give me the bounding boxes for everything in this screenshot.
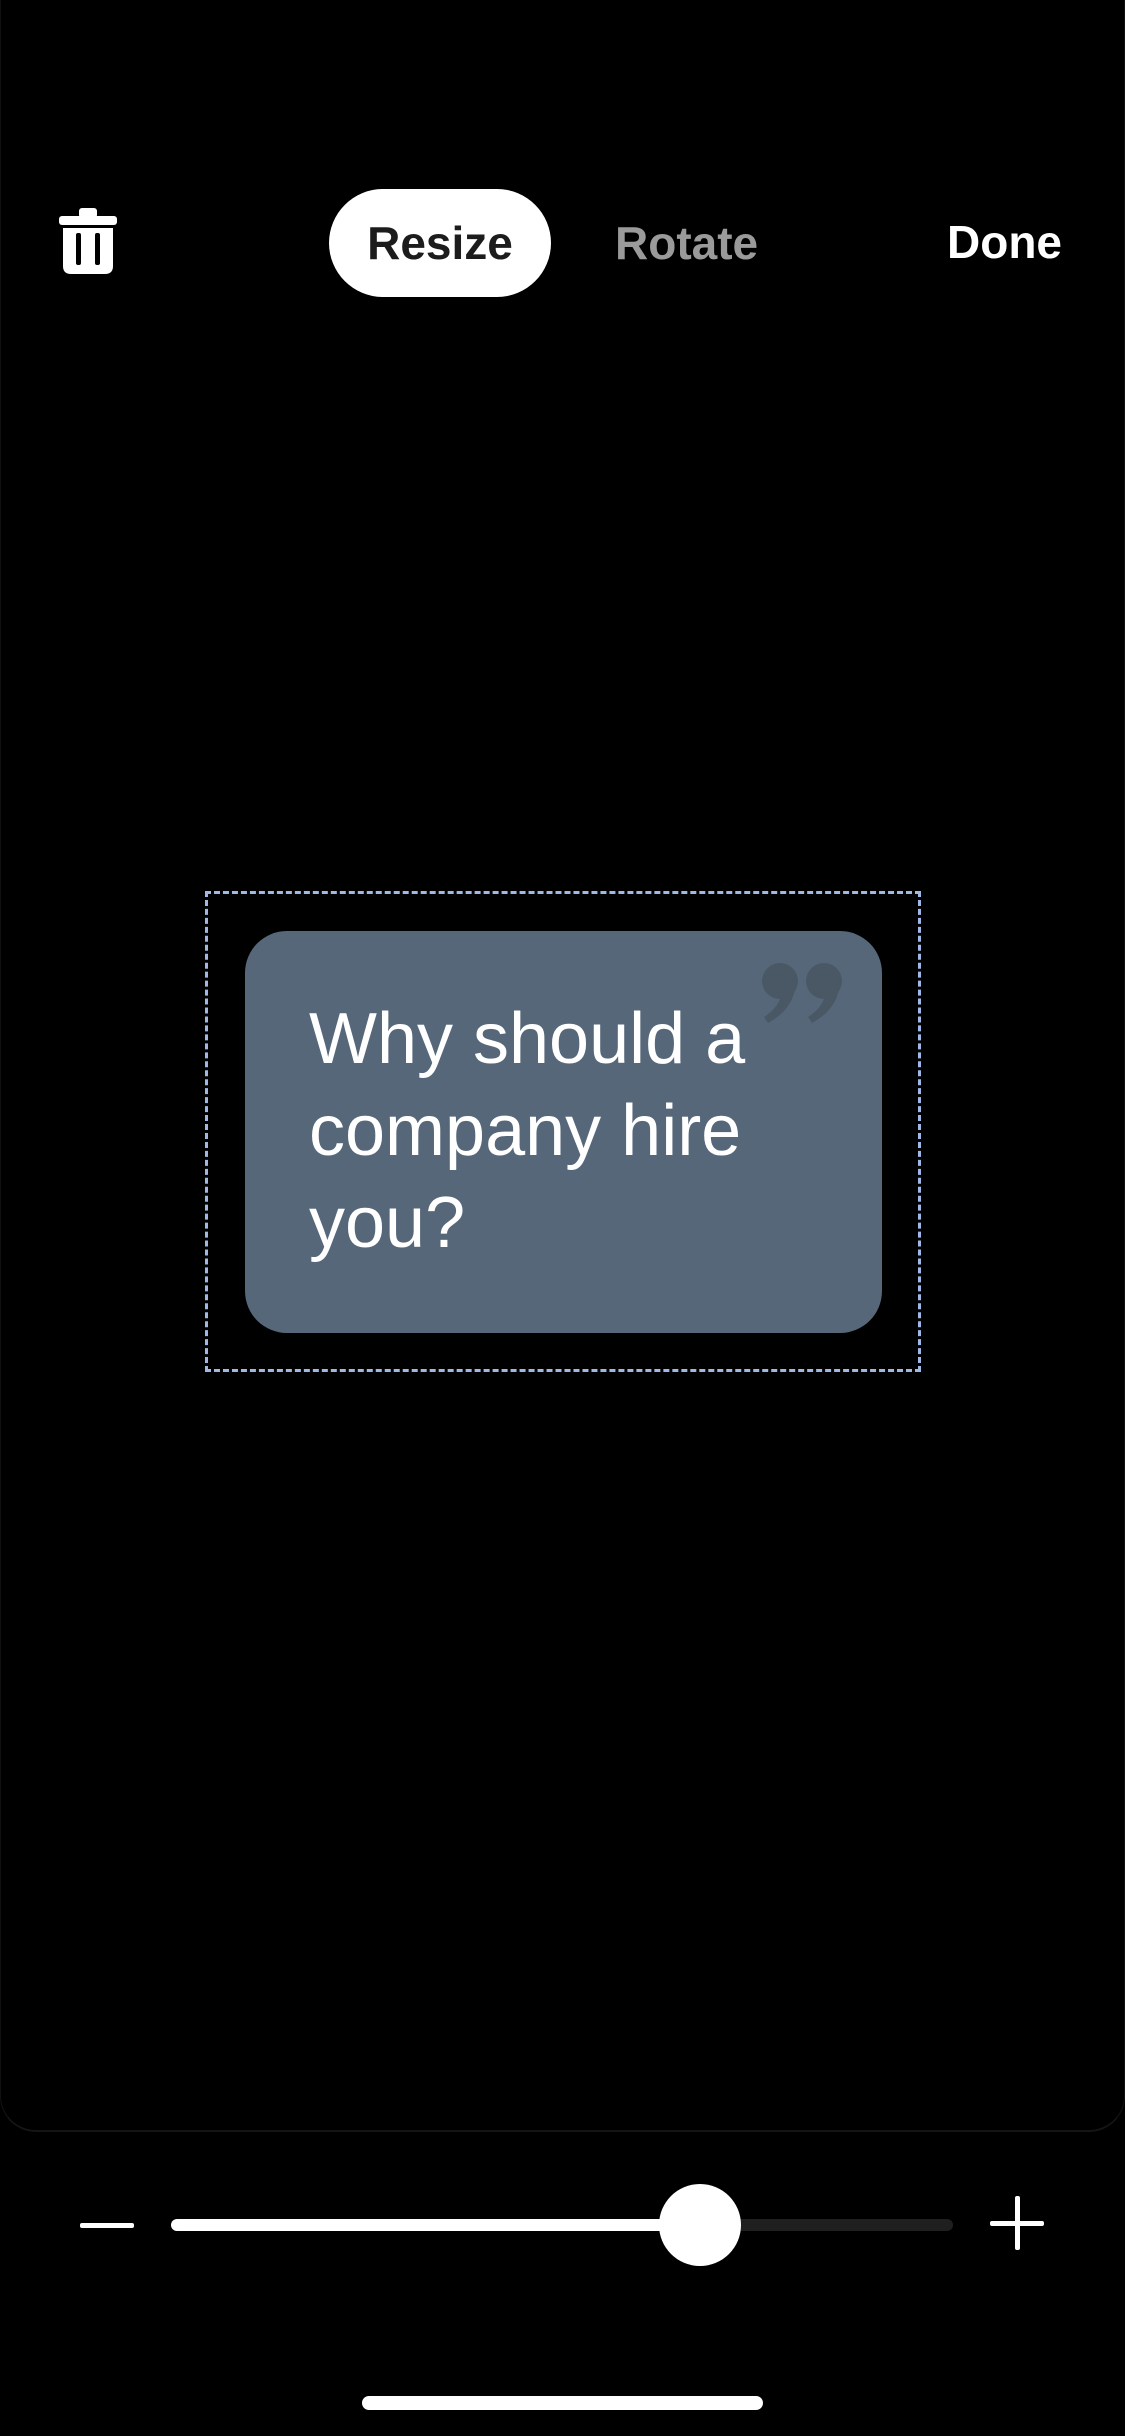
canvas-area: Resize Rotate Done Why should a company …	[0, 0, 1125, 2132]
done-button[interactable]: Done	[947, 215, 1062, 269]
minus-icon[interactable]	[78, 2200, 136, 2250]
plus-icon[interactable]	[988, 2194, 1046, 2252]
trash-icon	[59, 208, 117, 274]
size-slider-row	[0, 2180, 1125, 2270]
editor-screen: Resize Rotate Done Why should a company …	[0, 0, 1125, 2436]
slider-fill	[171, 2219, 700, 2231]
tab-resize[interactable]: Resize	[329, 189, 551, 297]
size-slider[interactable]	[171, 2184, 953, 2266]
mode-toggle: Resize Rotate	[329, 189, 796, 297]
quote-text: Why should a company hire you?	[309, 999, 746, 1263]
home-indicator[interactable]	[362, 2396, 763, 2410]
quote-sticker[interactable]: Why should a company hire you?	[245, 931, 882, 1333]
tab-rotate[interactable]: Rotate	[577, 189, 796, 297]
slider-thumb[interactable]	[658, 2184, 741, 2266]
delete-button[interactable]	[59, 208, 117, 274]
